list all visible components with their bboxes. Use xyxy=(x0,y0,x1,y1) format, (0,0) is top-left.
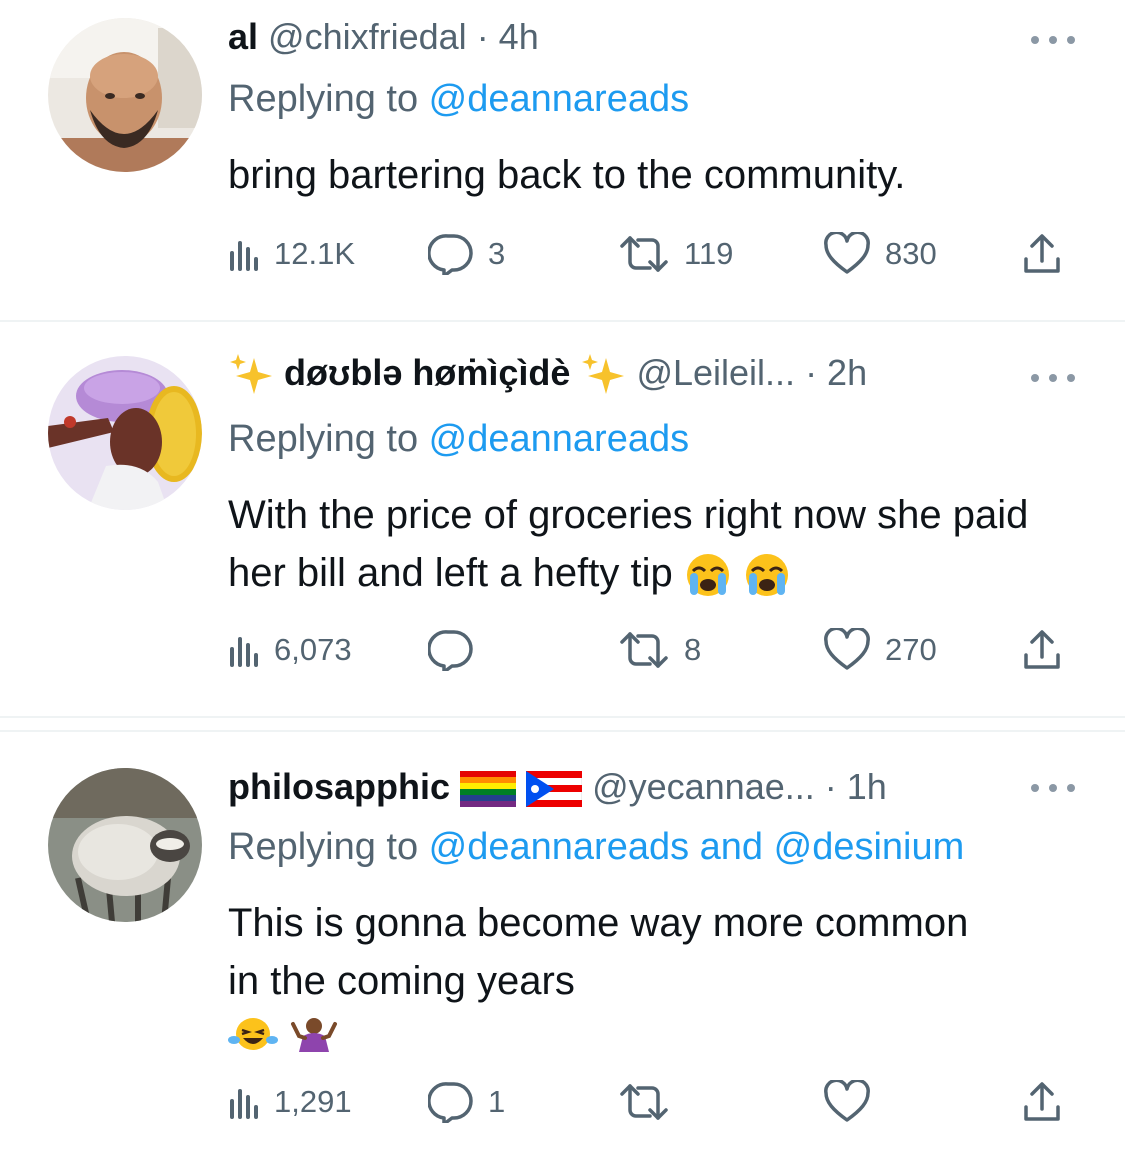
share-icon xyxy=(1024,234,1060,273)
display-name[interactable]: døʊblə høṁìçìdè xyxy=(284,352,570,393)
replying-to: Replying to @deannareads and @desinium xyxy=(228,826,965,868)
views-icon xyxy=(230,637,258,667)
divider xyxy=(0,716,1125,718)
retweet-button[interactable]: 8 xyxy=(618,628,701,672)
tweet-header: al @chixfriedal · 4h xyxy=(228,16,1065,58)
action-bar: 1,291 1 xyxy=(228,1080,1070,1124)
replying-to: Replying to @deannareads xyxy=(228,78,690,120)
share-button[interactable] xyxy=(1022,628,1062,672)
retweet-count: 119 xyxy=(684,236,734,271)
retweet-icon xyxy=(620,1084,668,1120)
tweet-text: bring bartering back to the community. xyxy=(228,153,906,197)
like-count: 270 xyxy=(885,632,937,667)
reply-count: 1 xyxy=(488,1084,506,1119)
more-icon[interactable] xyxy=(1031,782,1075,794)
share-button[interactable] xyxy=(1022,232,1062,276)
like-icon xyxy=(824,1080,870,1122)
like-icon xyxy=(824,232,870,274)
like-button[interactable]: 270 xyxy=(823,628,937,672)
tweet-text: This is gonna become way more common in … xyxy=(228,894,1088,1054)
mention-link[interactable]: @deannareads xyxy=(429,418,689,460)
user-handle[interactable]: @yecannae... xyxy=(592,766,815,807)
sparkle-icon xyxy=(582,354,625,395)
views-count: 12.1K xyxy=(274,236,356,271)
avatar[interactable] xyxy=(48,356,202,510)
retweet-count: 8 xyxy=(684,632,702,667)
views-count: 1,291 xyxy=(274,1084,352,1119)
action-bar: 6,073 8 270 xyxy=(228,628,1070,672)
views-icon xyxy=(230,1089,258,1119)
sparkle-icon xyxy=(230,354,272,395)
like-button[interactable] xyxy=(823,1080,885,1124)
views-icon xyxy=(230,241,258,271)
mention-link[interactable]: @deannareads and @desinium xyxy=(429,826,965,868)
reply-button[interactable] xyxy=(428,628,488,672)
mention-link[interactable]: @deannareads xyxy=(429,78,689,120)
crying-face-icon xyxy=(745,554,788,597)
reply-icon xyxy=(428,630,473,671)
reply-count: 3 xyxy=(488,236,506,271)
tweet-3[interactable]: philosapphic @yecannae... · 1h Replying … xyxy=(0,732,1125,1154)
replying-to: Replying to @deannareads xyxy=(228,418,690,460)
crying-face-icon xyxy=(686,554,729,597)
laughing-face-icon xyxy=(228,1018,278,1051)
more-icon[interactable] xyxy=(1031,34,1075,46)
puerto-rico-flag-icon xyxy=(526,771,583,808)
views-count: 6,073 xyxy=(274,632,352,667)
tweet-header: philosapphic @yecannae... · 1h xyxy=(228,766,1065,808)
timestamp[interactable]: · 2h xyxy=(805,352,867,393)
tweet-text: With the price of groceries right now sh… xyxy=(228,486,1088,602)
share-icon xyxy=(1024,630,1060,669)
like-icon xyxy=(824,628,870,670)
retweet-button[interactable]: 119 xyxy=(618,232,733,276)
display-name[interactable]: al xyxy=(228,16,258,57)
views-button[interactable]: 1,291 xyxy=(228,1080,352,1124)
avatar[interactable] xyxy=(48,768,202,922)
more-icon[interactable] xyxy=(1031,372,1075,384)
timestamp[interactable]: · 4h xyxy=(477,16,539,57)
like-button[interactable]: 830 xyxy=(823,232,937,276)
shrug-icon xyxy=(291,1018,338,1053)
action-bar: 12.1K 3 119 830 xyxy=(228,232,1070,276)
tweet-1[interactable]: al @chixfriedal · 4h Replying to @deanna… xyxy=(0,0,1125,320)
reply-button[interactable]: 3 xyxy=(428,232,505,276)
retweet-icon xyxy=(620,236,668,272)
tweet-header: døʊblə høṁìçìdè @Leileil... · 2h xyxy=(228,352,1065,398)
user-handle[interactable]: @Leileil... xyxy=(636,352,795,393)
share-button[interactable] xyxy=(1022,1080,1062,1124)
reply-icon xyxy=(428,234,473,275)
retweet-icon xyxy=(620,632,668,668)
user-handle[interactable]: @chixfriedal xyxy=(268,16,467,57)
avatar[interactable] xyxy=(48,18,202,172)
reply-button[interactable]: 1 xyxy=(428,1080,505,1124)
tweet-2[interactable]: døʊblə høṁìçìdè @Leileil... · 2h Replyin… xyxy=(0,322,1125,714)
like-count: 830 xyxy=(885,236,937,271)
share-icon xyxy=(1024,1082,1060,1121)
rainbow-flag-icon xyxy=(460,771,517,808)
reply-icon xyxy=(428,1082,473,1123)
retweet-button[interactable] xyxy=(618,1080,684,1124)
views-button[interactable]: 12.1K xyxy=(228,232,355,276)
views-button[interactable]: 6,073 xyxy=(228,628,352,672)
timestamp[interactable]: · 1h xyxy=(825,766,887,807)
display-name[interactable]: philosapphic xyxy=(228,766,450,807)
